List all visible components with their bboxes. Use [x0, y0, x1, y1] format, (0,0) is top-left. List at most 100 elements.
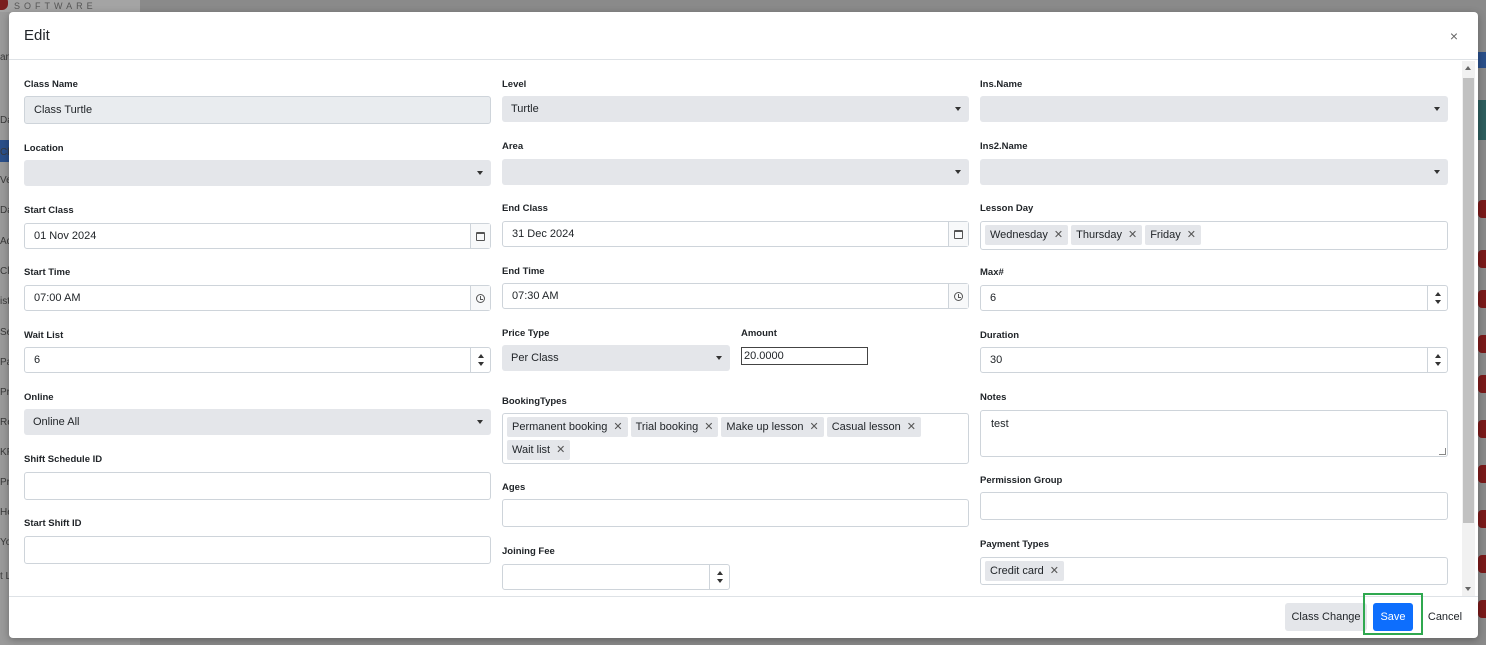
- close-icon[interactable]: ×: [1450, 28, 1458, 44]
- tag-trial-booking: Trial booking ✕: [630, 417, 719, 437]
- background-red-marker: [1478, 465, 1486, 483]
- save-button[interactable]: Save: [1373, 603, 1413, 631]
- start-shift-id-label: Start Shift ID: [24, 518, 82, 529]
- edit-modal: Edit × Class Name Class Turtle Location …: [9, 12, 1478, 638]
- spinner-icon[interactable]: [470, 348, 490, 372]
- remove-icon[interactable]: ✕: [1050, 561, 1059, 581]
- end-class-label: End Class: [502, 203, 548, 214]
- remove-icon[interactable]: ✕: [556, 440, 565, 460]
- tag-make-up-lesson: Make up lesson ✕: [721, 417, 824, 437]
- tag-permanent-booking: Permanent booking ✕: [507, 417, 628, 437]
- background-red-marker: [1478, 420, 1486, 438]
- background-red-marker: [1478, 555, 1486, 573]
- tag-casual-lesson: Casual lesson ✕: [826, 417, 921, 437]
- chevron-down-icon: [716, 356, 722, 360]
- amount-input[interactable]: 20.0000: [741, 347, 868, 365]
- ins-name-select[interactable]: [980, 96, 1448, 122]
- price-type-select[interactable]: Per Class: [502, 345, 730, 371]
- notes-label: Notes: [980, 392, 1007, 403]
- background-red-marker: [1478, 375, 1486, 393]
- cancel-button[interactable]: Cancel: [1425, 603, 1465, 631]
- start-class-input[interactable]: 01 Nov 2024: [24, 223, 491, 249]
- end-time-label: End Time: [502, 266, 545, 277]
- chevron-down-icon: [1434, 107, 1440, 111]
- background-red-marker: [1478, 335, 1486, 353]
- area-label: Area: [502, 141, 524, 152]
- tag-wednesday: Wednesday ✕: [985, 225, 1069, 245]
- spinner-icon[interactable]: [1427, 286, 1447, 310]
- amount-label: Amount: [741, 328, 777, 339]
- location-select[interactable]: [24, 160, 491, 186]
- scrollbar-thumb[interactable]: [1463, 78, 1474, 523]
- chevron-down-icon: [955, 107, 961, 111]
- booking-types-input[interactable]: Permanent booking ✕ Trial booking ✕ Make u…: [502, 413, 969, 464]
- calendar-icon[interactable]: [470, 224, 490, 248]
- calendar-icon[interactable]: [948, 222, 968, 246]
- background-blue-tab: [1478, 52, 1486, 68]
- notes-textarea[interactable]: test: [980, 410, 1448, 457]
- remove-icon[interactable]: ✕: [1187, 225, 1196, 245]
- payment-types-input[interactable]: Credit card ✕: [980, 557, 1448, 585]
- lesson-day-label: Lesson Day: [980, 203, 1034, 214]
- class-name-label: Class Name: [24, 79, 78, 90]
- background-teal-tab: [1478, 100, 1486, 140]
- ins-name-label: Ins.Name: [980, 79, 1023, 90]
- remove-icon[interactable]: ✕: [1128, 225, 1137, 245]
- tag-credit-card: Credit card ✕: [985, 561, 1065, 581]
- wait-list-input[interactable]: 6: [24, 347, 491, 373]
- level-label: Level: [502, 79, 527, 90]
- area-select[interactable]: [502, 159, 969, 185]
- clock-icon[interactable]: [948, 284, 968, 308]
- resize-handle-icon[interactable]: [1439, 448, 1446, 455]
- spinner-icon[interactable]: [709, 565, 729, 589]
- clock-icon[interactable]: [470, 286, 490, 310]
- ins2-name-select[interactable]: [980, 159, 1448, 185]
- permission-group-label: Permission Group: [980, 475, 1063, 486]
- duration-input[interactable]: 30: [980, 347, 1448, 373]
- online-label: Online: [24, 392, 54, 403]
- tag-wait-list: Wait list ✕: [507, 440, 571, 460]
- price-type-label: Price Type: [502, 328, 550, 339]
- background-red-marker: [1478, 200, 1486, 218]
- spinner-icon[interactable]: [1427, 348, 1447, 372]
- remove-icon[interactable]: ✕: [809, 417, 818, 437]
- modal-body: Class Name Class Turtle Location Start C…: [9, 61, 1478, 596]
- max-label: Max#: [980, 267, 1004, 278]
- end-class-input[interactable]: 31 Dec 2024: [502, 221, 969, 247]
- modal-header: Edit ×: [9, 12, 1478, 60]
- remove-icon[interactable]: ✕: [907, 417, 916, 437]
- remove-icon[interactable]: ✕: [1054, 225, 1063, 245]
- max-input[interactable]: 6: [980, 285, 1448, 311]
- joining-fee-input[interactable]: [502, 564, 730, 590]
- ages-input[interactable]: [502, 499, 969, 527]
- scroll-up-icon[interactable]: [1465, 66, 1471, 70]
- background-red-marker: [1478, 290, 1486, 308]
- online-select[interactable]: Online All: [24, 409, 491, 435]
- start-class-label: Start Class: [24, 205, 74, 216]
- modal-footer: Class Change Save Cancel: [9, 593, 1478, 638]
- start-time-input[interactable]: 07:00 AM: [24, 285, 491, 311]
- ages-label: Ages: [502, 482, 526, 493]
- tag-friday: Friday ✕: [1145, 225, 1201, 245]
- lesson-day-input[interactable]: Wednesday ✕ Thursday ✕ Friday ✕: [980, 221, 1448, 250]
- level-select[interactable]: Turtle: [502, 96, 969, 122]
- booking-types-label: BookingTypes: [502, 396, 567, 407]
- class-name-input[interactable]: Class Turtle: [24, 96, 491, 124]
- background-red-marker: [1478, 510, 1486, 528]
- shift-schedule-id-input[interactable]: [24, 472, 491, 500]
- payment-types-label: Payment Types: [980, 539, 1049, 550]
- chevron-down-icon: [477, 171, 483, 175]
- start-shift-id-input[interactable]: [24, 536, 491, 564]
- remove-icon[interactable]: ✕: [704, 417, 713, 437]
- remove-icon[interactable]: ✕: [613, 417, 622, 437]
- duration-label: Duration: [980, 330, 1020, 341]
- scroll-down-icon[interactable]: [1465, 587, 1471, 591]
- start-time-label: Start Time: [24, 267, 71, 278]
- chevron-down-icon: [477, 420, 483, 424]
- modal-scrollbar[interactable]: [1462, 61, 1475, 596]
- end-time-input[interactable]: 07:30 AM: [502, 283, 969, 309]
- background-red-marker: [1478, 250, 1486, 268]
- class-change-button[interactable]: Class Change: [1285, 603, 1367, 631]
- permission-group-input[interactable]: [980, 492, 1448, 520]
- tag-thursday: Thursday ✕: [1071, 225, 1143, 245]
